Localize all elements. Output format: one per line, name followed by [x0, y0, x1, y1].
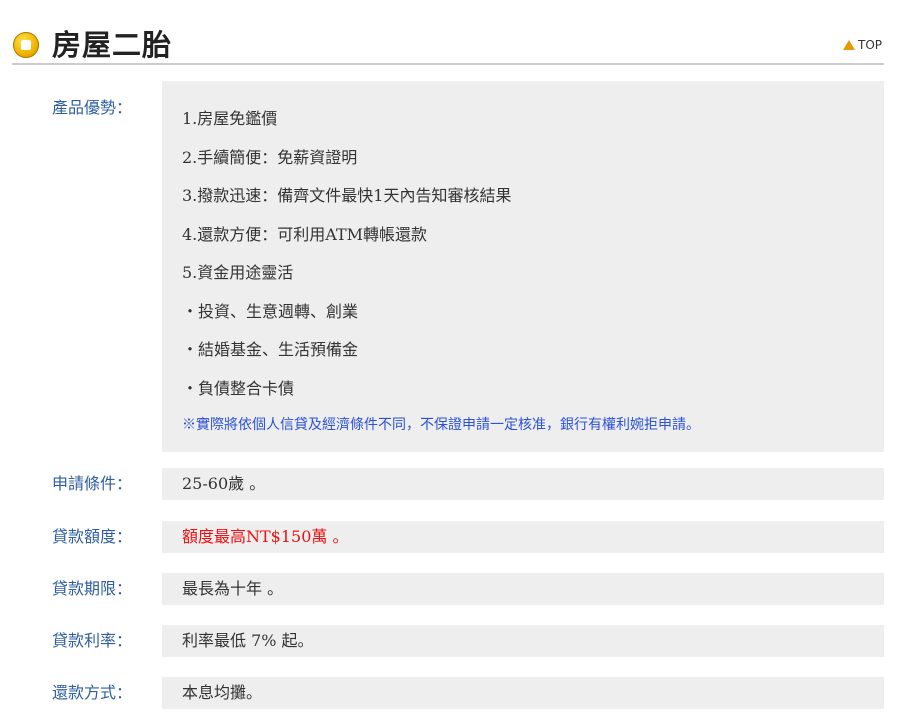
- header-divider: [12, 63, 884, 65]
- term-value: 最長為十年 。: [162, 573, 884, 605]
- bullet-circle-icon: [13, 32, 39, 58]
- advantage-item: 2.手續簡便：免薪資證明: [182, 147, 358, 167]
- advantage-item: 1.房屋免鑑價: [182, 109, 278, 128]
- amount-label: 貸款額度：: [52, 527, 133, 546]
- advantage-item: 4.還款方便：可利用ATM轉帳還款: [182, 224, 428, 244]
- advantage-item: 5.資金用途靈活: [182, 263, 294, 282]
- advantage-item: ・投資、生意週轉、創業: [182, 301, 359, 321]
- repayment-label: 還款方式：: [52, 683, 133, 702]
- advantage-item: ・結婚基金、生活預備金: [182, 340, 359, 359]
- advantage-item: 3.撥款迅速：備齊文件最快1天內告知審核結果: [182, 186, 512, 205]
- rate-label: 貸款利率：: [52, 631, 133, 650]
- advantages-box: 1.房屋免鑑價 2.手續簡便：免薪資證明 3.撥款迅速：備齊文件最快1天內告知審…: [162, 81, 884, 452]
- top-link-label: TOP: [857, 38, 882, 52]
- back-to-top-link[interactable]: TOP: [842, 38, 882, 52]
- disclaimer-note: ※實際將依個人信貸及經濟條件不同，不保證申請一定核准，銀行有權利婉拒申請。: [182, 417, 700, 433]
- up-triangle-icon: [842, 40, 855, 50]
- section-header: 房屋二胎 TOP: [0, 0, 900, 66]
- conditions-label: 申請條件：: [52, 474, 133, 493]
- term-label: 貸款期限：: [52, 579, 133, 598]
- rate-value: 利率最低 7% 起。: [162, 625, 884, 657]
- repayment-value: 本息均攤。: [162, 677, 884, 709]
- amount-value: 額度最高NT$150萬 。: [162, 521, 884, 553]
- conditions-value: 25-60歲 。: [162, 468, 884, 500]
- page-title: 房屋二胎: [52, 28, 173, 62]
- advantages-label: 產品優勢：: [52, 98, 133, 117]
- advantage-item: ・負債整合卡債: [182, 378, 295, 398]
